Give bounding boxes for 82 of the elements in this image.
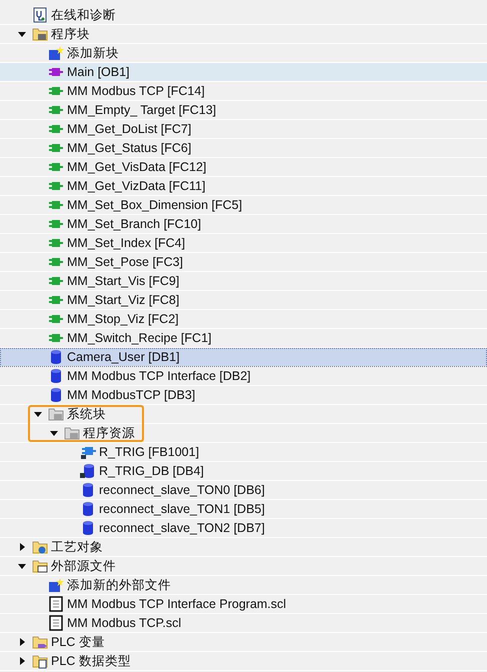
item-label: MM_Empty_ Target [FC13] xyxy=(67,103,216,117)
item-label: 外部源文件 xyxy=(51,558,116,574)
folder-icon xyxy=(48,406,64,422)
item-label: Main [OB1] xyxy=(67,65,130,79)
item-label: MM_Set_Branch [FC10] xyxy=(67,217,202,231)
item-label: 添加新块 xyxy=(67,44,119,62)
tree-item[interactable]: MM Modbus TCP Interface Program.scl xyxy=(0,595,487,614)
item-label: R_TRIG [FB1001] xyxy=(99,445,200,459)
item-label: 程序资源 xyxy=(83,424,135,442)
tree-item[interactable]: 程序块 xyxy=(0,25,487,44)
item-label: MM_Stop_Viz [FC2] xyxy=(67,312,179,326)
expanded-arrow-icon[interactable] xyxy=(17,561,27,571)
tree-item[interactable]: Main [OB1] xyxy=(0,63,487,82)
item-label: MM Modbus TCP [FC14] xyxy=(67,84,205,98)
diagnostics-icon xyxy=(32,7,48,23)
item-label: MM_Set_Index [FC4] xyxy=(67,236,186,250)
tree-item[interactable]: reconnect_slave_TON2 [DB7] xyxy=(0,519,487,538)
folder-icon xyxy=(32,653,48,669)
tree-item[interactable]: MM Modbus TCP.scl xyxy=(0,614,487,633)
collapsed-arrow-icon[interactable] xyxy=(17,542,27,552)
item-label: reconnect_slave_TON2 [DB7] xyxy=(99,521,265,535)
document-icon xyxy=(48,596,64,612)
item-label: R_TRIG_DB [DB4] xyxy=(99,464,204,478)
item-label: MM_Get_Status [FC6] xyxy=(67,141,192,155)
tree-item[interactable]: 外部源文件 xyxy=(0,557,487,576)
item-label: 在线和诊断 xyxy=(51,6,116,24)
tree-item[interactable]: MM ModbusTCP [DB3] xyxy=(0,386,487,405)
tree-item[interactable]: 程序资源 xyxy=(0,424,487,443)
expanded-arrow-icon[interactable] xyxy=(33,409,43,419)
database-icon xyxy=(48,368,64,384)
folder-icon xyxy=(32,26,48,42)
block-icon xyxy=(80,444,96,460)
item-label: MM Modbus TCP.scl xyxy=(67,616,182,630)
document-icon xyxy=(48,615,64,631)
item-label: MM_Start_Vis [FC9] xyxy=(67,274,180,288)
tree-item[interactable]: PLC 数据类型 xyxy=(0,652,487,671)
item-label: MM Modbus TCP Interface [DB2] xyxy=(67,369,251,383)
database-icon xyxy=(48,387,64,403)
tree-item[interactable]: reconnect_slave_TON0 [DB6] xyxy=(0,481,487,500)
folder-icon xyxy=(32,558,48,574)
folder-icon xyxy=(64,425,80,441)
item-label: reconnect_slave_TON1 [DB5] xyxy=(99,502,265,516)
expanded-arrow-icon[interactable] xyxy=(49,428,59,438)
item-label: PLC 数据类型 xyxy=(51,652,131,670)
tree-item[interactable]: MM Modbus TCP Interface [DB2] xyxy=(0,367,487,386)
item-label: MM Modbus TCP Interface Program.scl xyxy=(67,597,286,611)
tree-item[interactable]: Camera_User [DB1] xyxy=(0,348,487,367)
tree-item[interactable]: 添加新的外部文件 xyxy=(0,576,487,595)
tree-item[interactable]: PLC 变量 xyxy=(0,633,487,652)
tree-item[interactable]: 添加新块 xyxy=(0,44,487,63)
folder-icon xyxy=(32,539,48,555)
tree-item[interactable]: R_TRIG_DB [DB4] xyxy=(0,462,487,481)
item-label: MM_Set_Pose [FC3] xyxy=(67,255,184,269)
item-label: 添加新的外部文件 xyxy=(67,576,171,594)
database-icon xyxy=(80,520,96,536)
tree-item[interactable]: 在线和诊断 xyxy=(0,6,487,25)
database-icon xyxy=(48,349,64,365)
item-label: MM ModbusTCP [DB3] xyxy=(67,388,196,402)
tree-item[interactable]: 工艺对象 xyxy=(0,538,487,557)
item-label: PLC 变量 xyxy=(51,634,105,650)
item-label: MM_Switch_Recipe [FC1] xyxy=(67,331,212,345)
item-label: MM_Start_Viz [FC8] xyxy=(67,293,180,307)
database-icon xyxy=(80,482,96,498)
expanded-arrow-icon[interactable] xyxy=(17,29,27,39)
database-icon xyxy=(80,501,96,517)
collapsed-arrow-icon[interactable] xyxy=(17,656,27,666)
item-label: 程序块 xyxy=(51,26,90,42)
item-label: MM_Get_VisData [FC12] xyxy=(67,160,206,174)
collapsed-arrow-icon[interactable] xyxy=(17,637,27,647)
new-item-icon xyxy=(48,577,64,593)
new-item-icon xyxy=(48,45,64,61)
item-label: 工艺对象 xyxy=(51,538,103,556)
item-label: MM_Get_DoList [FC7] xyxy=(67,122,192,136)
item-label: MM_Get_VizData [FC11] xyxy=(67,179,206,193)
item-label: 系统块 xyxy=(67,406,106,422)
tree-item[interactable]: reconnect_slave_TON1 [DB5] xyxy=(0,500,487,519)
item-label: MM_Set_Box_Dimension [FC5] xyxy=(67,198,242,212)
tree-item[interactable]: 系统块 xyxy=(0,405,487,424)
database-icon xyxy=(80,463,96,479)
item-label: Camera_User [DB1] xyxy=(67,350,180,364)
item-label: reconnect_slave_TON0 [DB6] xyxy=(99,483,265,497)
folder-icon xyxy=(32,634,48,650)
